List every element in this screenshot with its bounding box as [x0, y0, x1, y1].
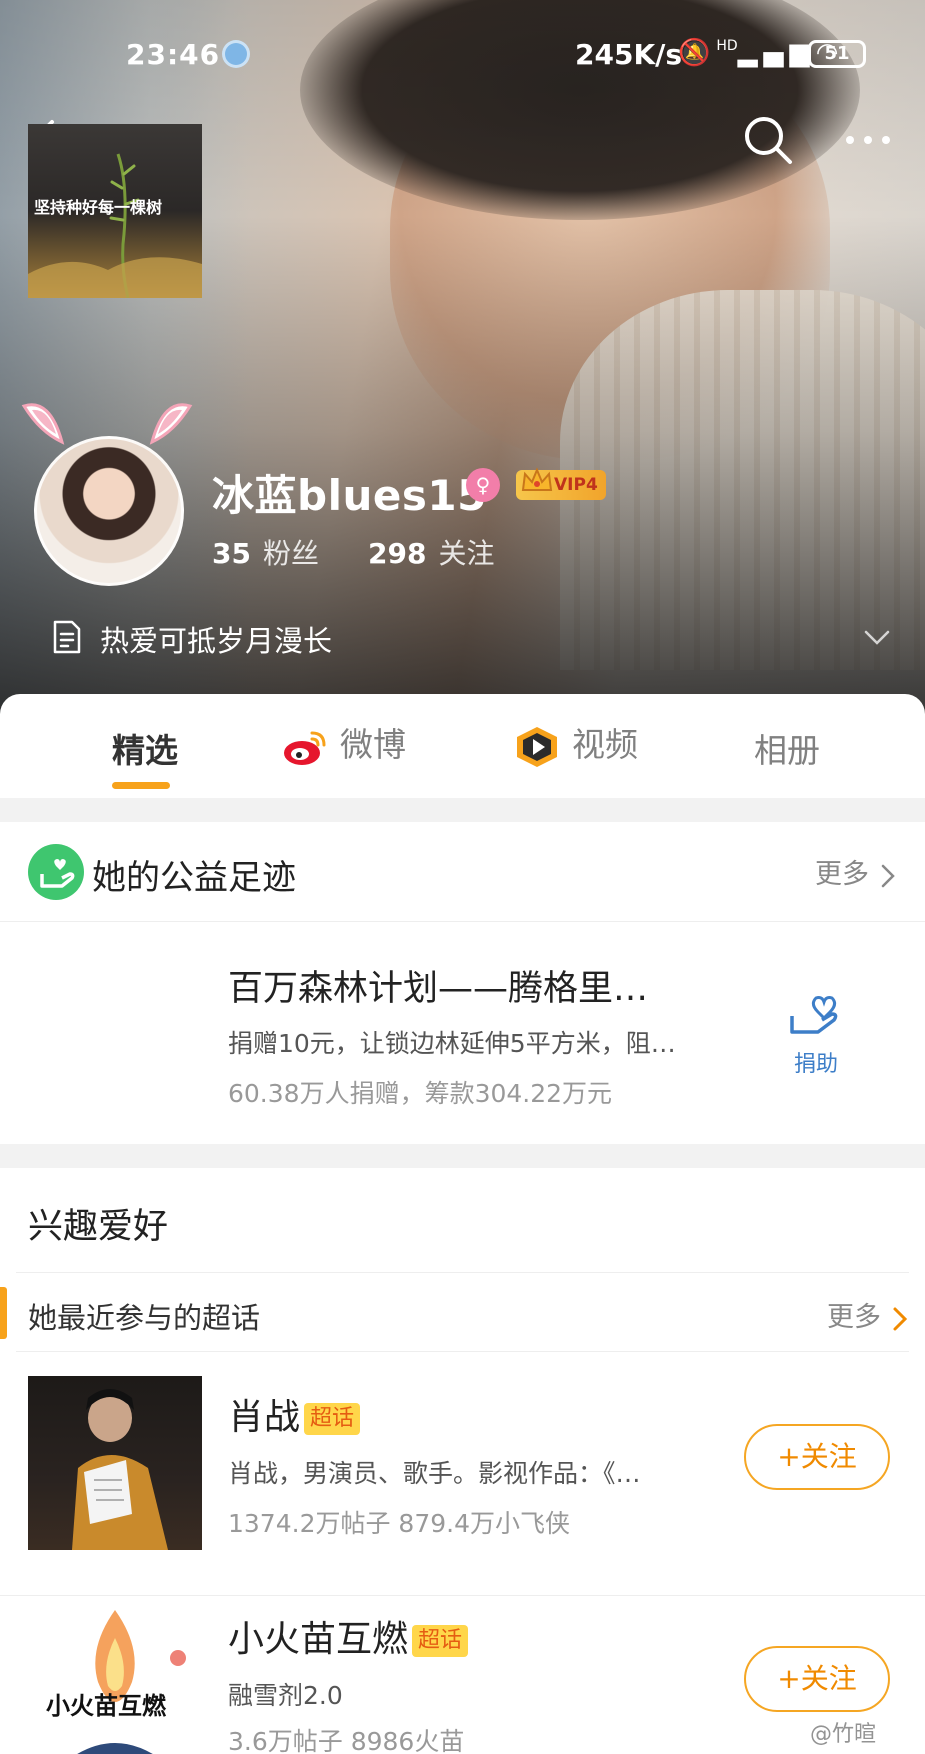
charity-hand-icon — [28, 844, 84, 900]
donate-hand-heart-icon — [790, 996, 838, 1034]
tab-video[interactable]: 视频 — [514, 718, 638, 769]
interests-title: 兴趣爱好 — [28, 1207, 169, 1247]
follow-button[interactable]: +关注 — [744, 1424, 890, 1490]
username: 冰蓝blues15 — [212, 471, 487, 520]
watermark: @竹暄 — [810, 1722, 877, 1747]
document-icon — [53, 620, 81, 654]
project-title[interactable]: 百万森林计划——腾格里… — [228, 960, 648, 1011]
mute-icon: 🔕 — [678, 38, 717, 68]
female-gender-icon: ♀ — [466, 468, 500, 502]
following-label: 关注 — [438, 537, 495, 570]
bunny-ear-decoration-icon — [149, 403, 193, 445]
tab-featured[interactable]: 精选 — [112, 724, 178, 772]
active-tab-indicator — [112, 782, 170, 789]
network-speed: 245K/s — [575, 38, 683, 71]
supertopic-header[interactable]: 她最近参与的超话 更多 — [0, 1272, 909, 1352]
charity-more-link[interactable]: 更多 — [815, 852, 897, 891]
notification-icon — [222, 40, 250, 68]
weibo-logo-icon — [284, 731, 326, 765]
status-bar: 23:46 245K/s 🔕HD▂▄▆◠ 51 — [0, 28, 925, 78]
project-thumbnail-caption: 坚持种好每一棵树 — [34, 198, 163, 217]
supertopic-tag: 超话 — [304, 1403, 361, 1435]
supertopic-label: 她最近参与的超话 — [28, 1301, 261, 1335]
supertopic-description: 融雪剂2.0 — [228, 1681, 343, 1710]
bio-text: 热爱可抵岁月漫长 — [100, 624, 333, 658]
signal-label: HD — [716, 38, 738, 54]
charity-more-label: 更多 — [815, 859, 869, 890]
charity-title: 她的公益足迹 — [92, 858, 296, 898]
chevron-right-icon — [881, 864, 895, 887]
flame-logo-image — [77, 1610, 186, 1754]
following-stat[interactable]: 298 关注 — [368, 532, 494, 572]
supertopic-thumbnail[interactable] — [28, 1376, 202, 1550]
supertopic-thumbnail[interactable]: 小火苗互燃 — [28, 1598, 202, 1754]
more-options-icon[interactable] — [840, 112, 896, 168]
profile-cover-image — [0, 0, 925, 720]
supertopic-description: 肖战，男演员、歌手。影视作品：《… — [228, 1459, 641, 1488]
supertopic-tag: 超话 — [412, 1625, 469, 1657]
vip-badge[interactable]: VIP4 — [516, 467, 606, 500]
followers-label: 粉丝 — [262, 537, 319, 570]
profile-tabs: 精选 微博 视频 相册 — [0, 694, 925, 798]
person-photo-image — [72, 1389, 168, 1550]
supertopic-stats: 3.6万帖子 8986火苗 — [228, 1727, 465, 1754]
donate-button[interactable]: 捐助 — [780, 990, 852, 1090]
tab-video-label: 视频 — [572, 725, 638, 764]
supertopic-name[interactable]: 小火苗互燃 超话 — [228, 1610, 469, 1662]
supertopic-name-text: 小火苗互燃 — [228, 1619, 409, 1660]
following-count: 298 — [368, 537, 427, 570]
chevron-down-icon[interactable] — [862, 622, 892, 652]
tab-album[interactable]: 相册 — [754, 724, 820, 772]
supertopic-more-label: 更多 — [827, 1302, 881, 1333]
avatar-container[interactable] — [18, 396, 198, 596]
search-icon[interactable] — [740, 112, 796, 168]
battery-icon: 51 — [808, 40, 866, 68]
project-description: 捐赠10元，让锁边林延伸5平方米，阻… — [228, 1029, 676, 1058]
crown-icon — [521, 467, 553, 491]
followers-count: 35 — [212, 537, 251, 570]
signal-icon: ▂▄▆ — [737, 38, 816, 68]
supertopic-more-link[interactable]: 更多 — [827, 1295, 909, 1334]
donate-label: 捐助 — [793, 1052, 838, 1077]
supertopic-stats: 1374.2万帖子 879.4万小飞侠 — [228, 1509, 570, 1538]
supertopic-name[interactable]: 肖战 超话 — [228, 1388, 361, 1440]
profile-page: 23:46 245K/s 🔕HD▂▄▆◠ 51 冰蓝blues15 ♀ VIP4… — [0, 0, 925, 1754]
avatar[interactable] — [34, 436, 184, 586]
tab-weibo-label: 微博 — [340, 725, 406, 764]
charity-header[interactable]: 她的公益足迹 更多 — [0, 822, 925, 922]
bio-row[interactable]: 热爱可抵岁月漫长 — [52, 614, 892, 664]
video-play-icon — [517, 726, 557, 767]
supertopic-name-text: 肖战 — [228, 1397, 301, 1438]
status-time: 23:46 — [126, 38, 221, 71]
followers-stat[interactable]: 35 粉丝 — [212, 532, 319, 572]
tab-weibo[interactable]: 微博 — [282, 718, 406, 769]
project-stats: 60.38万人捐赠，筹款304.22万元 — [228, 1079, 613, 1108]
project-thumbnail[interactable]: 坚持种好每一棵树 — [28, 124, 202, 298]
vip-label: VIP4 — [554, 475, 598, 495]
chevron-right-icon — [893, 1307, 908, 1330]
follow-button[interactable]: +关注 — [744, 1646, 890, 1712]
supertopic-thumbnail-text: 小火苗互燃 — [46, 1692, 166, 1720]
section-accent-bar — [0, 1287, 7, 1339]
bunny-ear-decoration-icon — [21, 403, 65, 445]
